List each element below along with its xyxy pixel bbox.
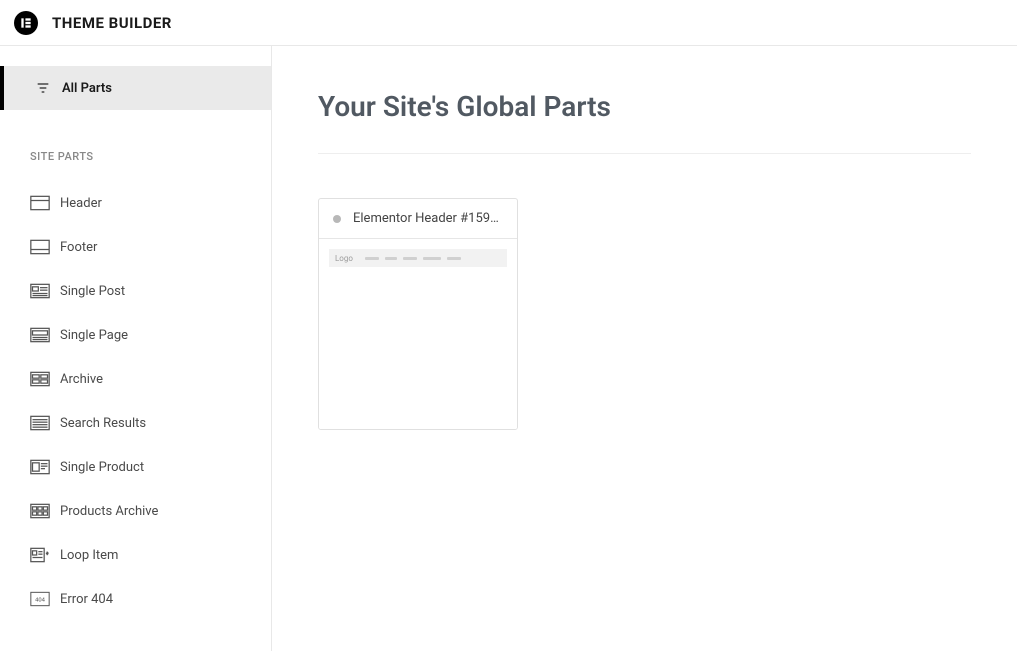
preview-nav-line	[385, 257, 397, 260]
preview-logo-text: Logo	[335, 254, 353, 263]
sidebar-item-single-post[interactable]: Single Post	[0, 269, 271, 313]
sidebar-item-single-page[interactable]: Single Page	[0, 313, 271, 357]
template-card[interactable]: Elementor Header #1593… Logo	[318, 198, 518, 430]
sidebar-items: Header Footer	[0, 181, 271, 621]
app-header: THEME BUILDER	[0, 0, 1017, 46]
products-archive-icon	[30, 501, 50, 521]
site-parts-heading: SITE PARTS	[0, 110, 271, 181]
sidebar-item-label: Footer	[60, 240, 97, 255]
layout: All Parts SITE PARTS Header	[0, 46, 1017, 651]
status-dot-icon	[333, 215, 341, 223]
sidebar-item-error-404[interactable]: 404 Error 404	[0, 577, 271, 621]
preview-nav-line	[365, 257, 379, 260]
single-page-icon	[30, 325, 50, 345]
sidebar-item-label: Single Post	[60, 284, 125, 299]
preview-header-bar: Logo	[329, 249, 507, 267]
error-404-icon: 404	[30, 589, 50, 609]
sidebar-item-products-archive[interactable]: Products Archive	[0, 489, 271, 533]
svg-text:404: 404	[35, 598, 46, 604]
preview-nav-line	[403, 257, 417, 260]
sidebar-item-label: Archive	[60, 372, 103, 387]
sidebar-item-header[interactable]: Header	[0, 181, 271, 225]
sidebar-item-label: Header	[60, 196, 102, 211]
preview-nav-line	[447, 257, 461, 260]
elementor-icon	[19, 16, 33, 30]
archive-icon	[30, 369, 50, 389]
sidebar-item-label: Loop Item	[60, 548, 118, 563]
card-preview: Logo	[319, 239, 517, 429]
sidebar-item-label: Products Archive	[60, 504, 158, 519]
sidebar-item-loop-item[interactable]: Loop Item	[0, 533, 271, 577]
sidebar-item-archive[interactable]: Archive	[0, 357, 271, 401]
all-parts-label: All Parts	[62, 81, 112, 96]
sidebar-item-search-results[interactable]: Search Results	[0, 401, 271, 445]
sidebar-item-footer[interactable]: Footer	[0, 225, 271, 269]
sidebar-item-label: Single Product	[60, 460, 144, 475]
page-title: Your Site's Global Parts	[318, 90, 971, 154]
preview-nav-line	[423, 257, 441, 260]
main-content: Your Site's Global Parts Elementor Heade…	[272, 46, 1017, 651]
sidebar-item-label: Single Page	[60, 328, 128, 343]
elementor-logo	[14, 11, 38, 35]
single-product-icon	[30, 457, 50, 477]
sidebar-item-single-product[interactable]: Single Product	[0, 445, 271, 489]
template-cards: Elementor Header #1593… Logo	[318, 198, 971, 430]
sidebar: All Parts SITE PARTS Header	[0, 46, 272, 651]
single-post-icon	[30, 281, 50, 301]
sidebar-item-label: Search Results	[60, 416, 146, 431]
search-results-icon	[30, 413, 50, 433]
app-title: THEME BUILDER	[52, 14, 172, 32]
card-title: Elementor Header #1593…	[353, 211, 503, 226]
sidebar-item-all-parts[interactable]: All Parts	[0, 66, 271, 110]
sidebar-item-label: Error 404	[60, 592, 113, 607]
card-header: Elementor Header #1593…	[319, 199, 517, 239]
loop-item-icon	[30, 545, 50, 565]
filter-icon	[34, 80, 52, 96]
header-icon	[30, 193, 50, 213]
footer-icon	[30, 237, 50, 257]
